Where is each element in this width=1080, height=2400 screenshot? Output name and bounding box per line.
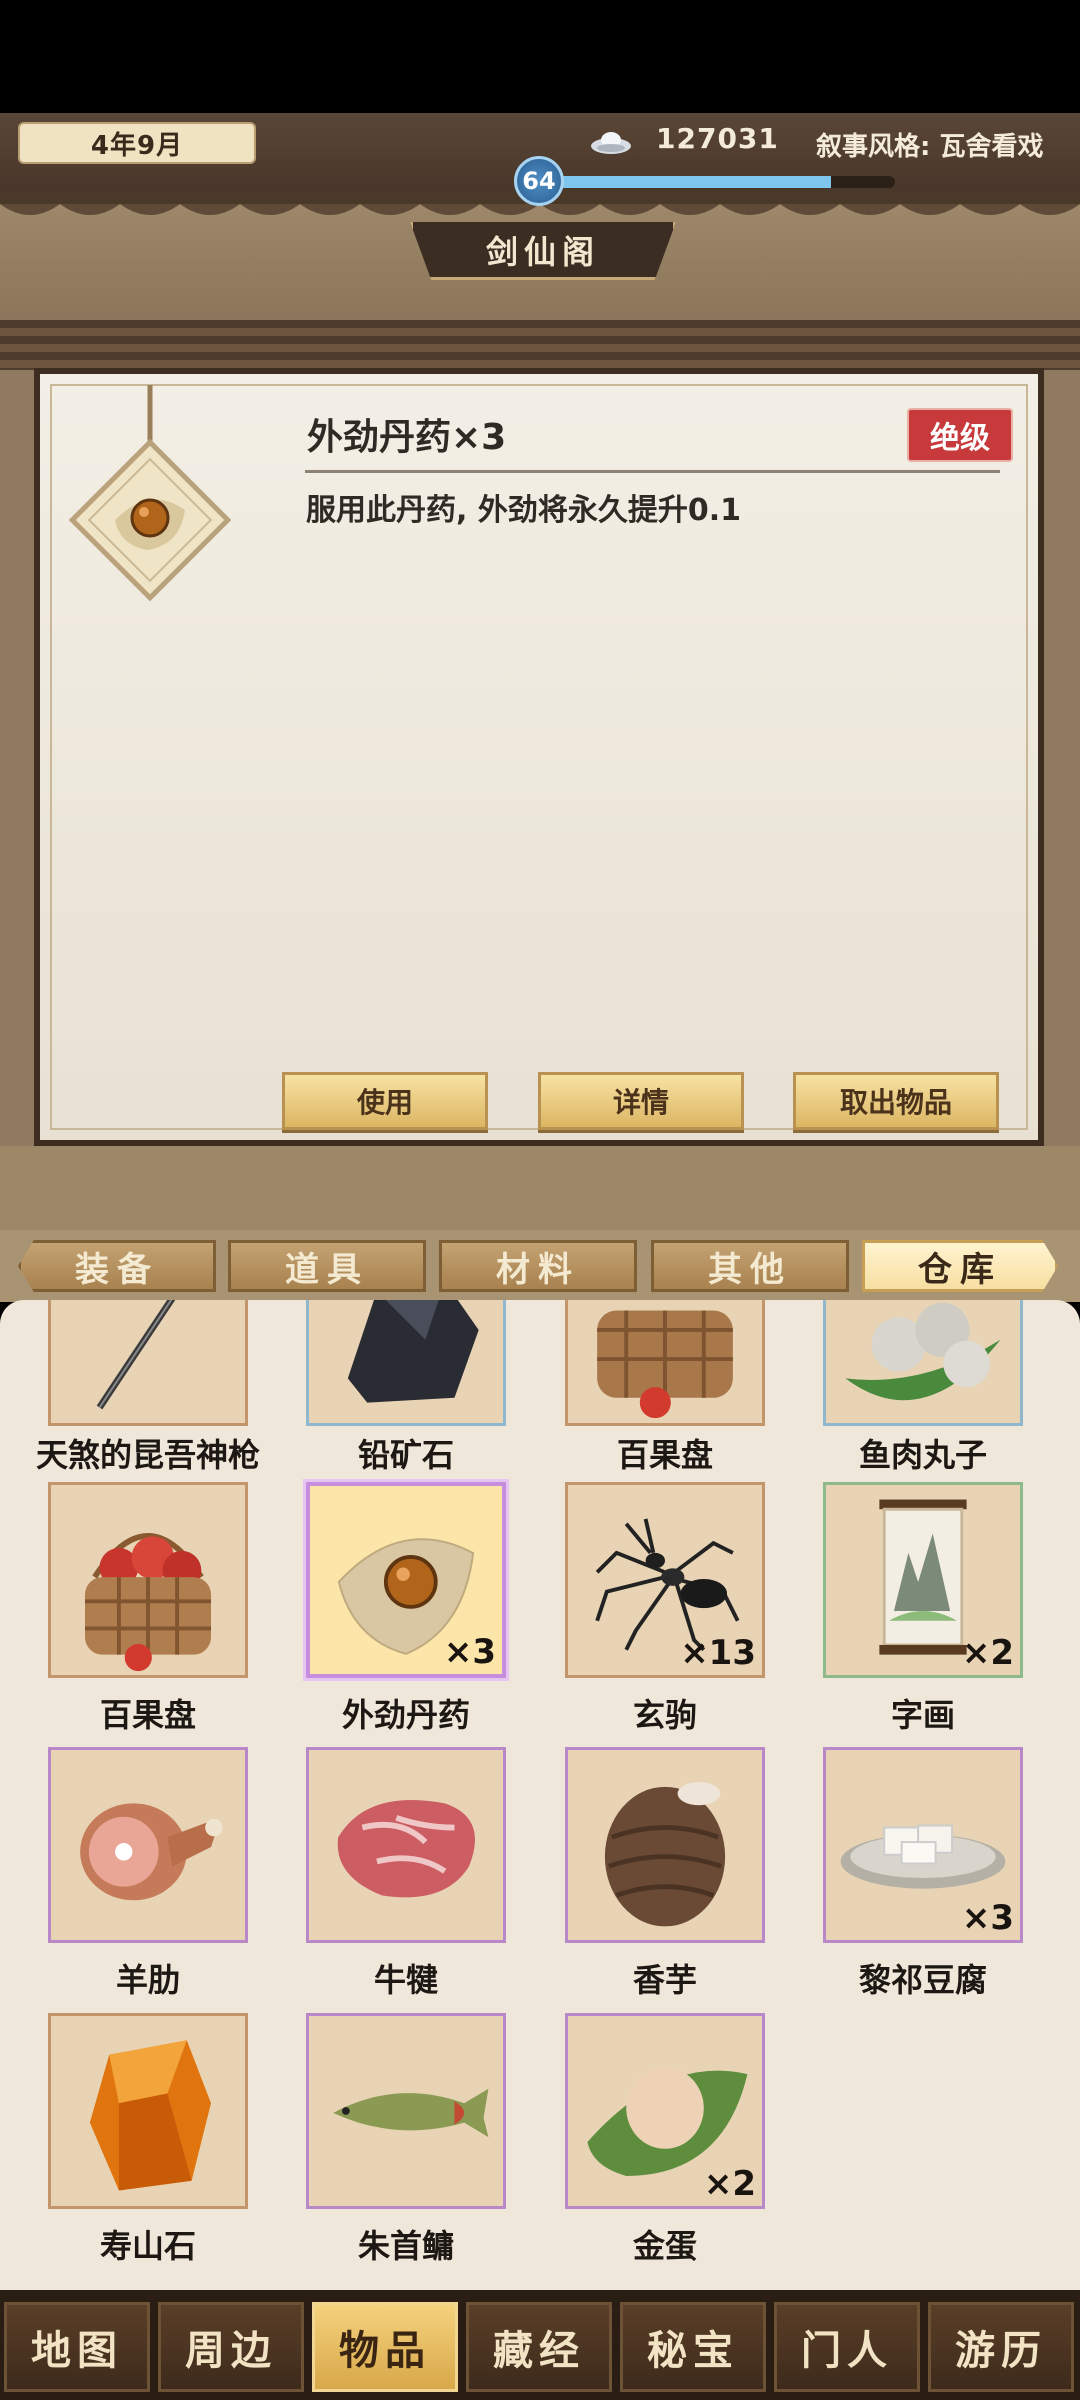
fishball-icon [845, 1302, 1001, 1401]
item-grid: 天煞的昆吾神枪 铅矿石 百果盘 鱼肉丸子 百果盘 ×3 外劲丹药 ×13 玄驹 … [0, 1300, 1080, 2290]
level-badge: 64 [514, 156, 564, 206]
nav-items[interactable]: 物品 [312, 2302, 458, 2392]
item-name: 金蛋 [632, 2227, 697, 2265]
ore-icon [347, 1300, 479, 1403]
item-name: 玄驹 [632, 1696, 697, 1734]
nav-travel[interactable]: 游历 [928, 2302, 1074, 2392]
item-quantity: ×2 [703, 2164, 756, 2204]
item-name: 外劲丹药 [341, 1696, 470, 1734]
steak-icon [337, 1799, 475, 1898]
tab-materials[interactable]: 材料 [439, 1240, 637, 1292]
nav-map[interactable]: 地图 [4, 2302, 150, 2392]
take-out-button[interactable]: 取出物品 [793, 1072, 999, 1130]
item-cell[interactable] [306, 2013, 506, 2209]
tab-props[interactable]: 道具 [228, 1240, 426, 1292]
item-cell[interactable] [48, 2013, 248, 2209]
item-name: 朱首鳙 [357, 2227, 454, 2265]
level-progress-bar [540, 176, 895, 188]
item-cell[interactable] [823, 1300, 1023, 1426]
nav-disciples[interactable]: 门人 [774, 2302, 920, 2392]
item-quantity: ×13 [680, 1633, 756, 1673]
tab-equipment[interactable]: 装备 [18, 1240, 216, 1292]
item-cell-selected[interactable]: ×3 [306, 1482, 506, 1678]
use-button[interactable]: 使用 [282, 1072, 488, 1130]
item-title: 外劲丹药×3 [307, 417, 507, 458]
item-cell[interactable] [565, 1300, 765, 1426]
silver-ingot-icon [591, 132, 631, 154]
spear-icon [96, 1300, 176, 1410]
nav-surroundings[interactable]: 周边 [158, 2302, 304, 2392]
game-date: 4年9月 [18, 122, 256, 164]
wooden-beam [0, 320, 1080, 370]
fish-icon [333, 2088, 489, 2138]
item-name: 天煞的昆吾神枪 [35, 1436, 260, 1474]
taro-icon [604, 1781, 726, 1927]
item-name: 铅矿石 [357, 1436, 454, 1474]
fruit-basket-icon [84, 1533, 212, 1672]
item-name: 百果盘 [616, 1436, 713, 1474]
divider [305, 470, 1000, 473]
item-cell[interactable] [306, 1300, 506, 1426]
item-cell[interactable] [48, 1747, 248, 1943]
item-name: 字画 [890, 1696, 955, 1734]
grade-badge: 绝级 [907, 408, 1013, 462]
nav-scriptures[interactable]: 藏经 [466, 2302, 612, 2392]
item-description: 服用此丹药, 外劲将永久提升0.1 [306, 493, 741, 528]
item-quantity: ×2 [961, 1633, 1014, 1673]
item-cell[interactable]: ×13 [565, 1482, 765, 1678]
ham-icon [80, 1803, 223, 1901]
item-name: 鱼肉丸子 [858, 1436, 987, 1474]
location-title: 剑仙阁 [410, 222, 676, 280]
lower-wall [0, 1146, 1080, 1241]
item-cell[interactable] [565, 1747, 765, 1943]
fruit-basket-icon [597, 1310, 733, 1419]
item-cell[interactable]: ×3 [823, 1747, 1023, 1943]
item-quantity: ×3 [443, 1632, 496, 1672]
selected-item-pill-icon [68, 385, 232, 602]
item-quantity: ×3 [961, 1898, 1014, 1938]
item-name: 寿山石 [99, 2227, 196, 2265]
system-status-bar [0, 0, 1080, 113]
amber-stone-icon [89, 2040, 212, 2191]
tab-other[interactable]: 其他 [651, 1240, 849, 1292]
nav-treasures[interactable]: 秘宝 [620, 2302, 766, 2392]
silver-amount: 127031 [656, 122, 779, 155]
item-name: 黎祁豆腐 [858, 1961, 987, 1999]
item-cell[interactable] [48, 1300, 248, 1426]
item-name: 香芋 [632, 1961, 697, 1999]
details-button[interactable]: 详情 [538, 1072, 744, 1130]
item-cell[interactable] [48, 1482, 248, 1678]
item-name: 百果盘 [99, 1696, 196, 1734]
item-cell[interactable]: ×2 [565, 2013, 765, 2209]
item-cell[interactable] [306, 1747, 506, 1943]
item-cell[interactable]: ×2 [823, 1482, 1023, 1678]
item-name: 羊肋 [115, 1961, 180, 1999]
item-name: 牛犍 [373, 1961, 438, 1999]
tab-warehouse[interactable]: 仓库 [862, 1240, 1058, 1292]
narrative-style-label[interactable]: 叙事风格: 瓦舍看戏 [816, 126, 1043, 163]
